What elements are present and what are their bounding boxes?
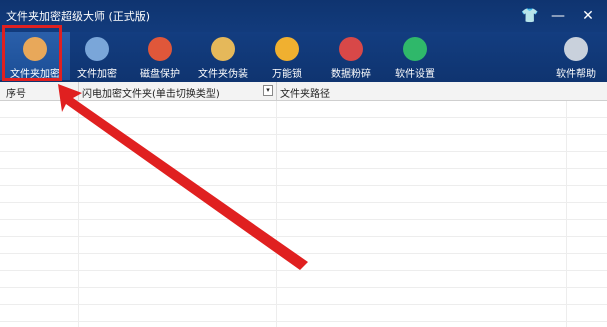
- red-arrow-annotation: [58, 84, 308, 270]
